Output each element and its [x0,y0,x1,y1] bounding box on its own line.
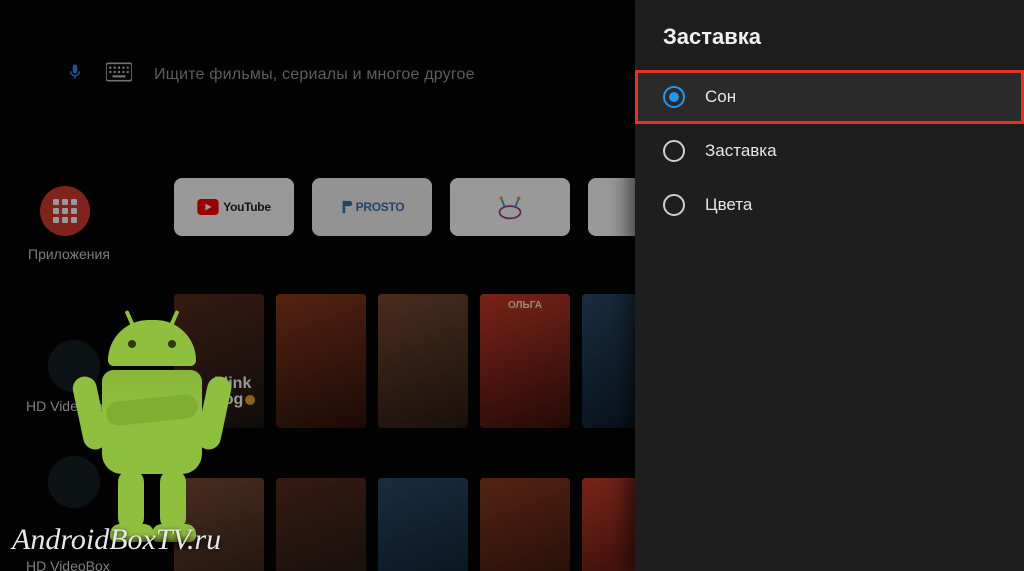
prosto-icon [340,200,354,214]
content-thumb[interactable] [378,478,468,571]
option-list: Сон Заставка Цвета [635,70,1024,232]
screensaver-panel: Заставка Сон Заставка Цвета [635,0,1024,571]
content-thumb[interactable] [480,478,570,571]
content-thumb[interactable] [276,478,366,571]
radio-icon [663,86,685,108]
tile-youtube[interactable]: YouTube [174,178,294,236]
option-screensaver[interactable]: Заставка [635,124,1024,178]
content-thumb[interactable] [582,294,635,428]
screen: Ищите фильмы, сериалы и многое другое Пр… [0,0,1024,571]
tv-antenna-icon [496,193,524,221]
mic-icon[interactable] [66,63,84,86]
android-mascot [72,320,232,550]
content-thumb[interactable] [378,294,468,428]
search-placeholder: Ищите фильмы, сериалы и многое другое [154,66,475,84]
youtube-icon [197,199,219,215]
dog-dot-icon [245,395,255,405]
youtube-label: YouTube [223,200,270,214]
content-thumb[interactable]: ОЛЬГА [480,294,570,428]
app-tiles-row: YouTube PROSTO [174,178,635,236]
option-label: Сон [705,87,736,107]
tile-power[interactable] [588,178,635,236]
tile-prosto[interactable]: PROSTO [312,178,432,236]
tile-tvapp[interactable] [450,178,570,236]
panel-title: Заставка [635,0,1024,70]
content-thumb[interactable] [582,478,635,571]
thumb-title: ОЛЬГА [486,300,564,311]
apps-label: Приложения [28,246,110,262]
side-label-hd2: HD VideoBox [26,558,110,571]
option-colors[interactable]: Цвета [635,178,1024,232]
radio-icon [663,140,685,162]
content-row-2 [174,478,635,571]
radio-icon [663,194,685,216]
watermark: AndroidBoxTV.ru [12,523,221,557]
option-label: Заставка [705,141,777,161]
search-row[interactable]: Ищите фильмы, сериалы и многое другое [66,62,475,87]
option-sleep[interactable]: Сон [635,70,1024,124]
apps-icon[interactable] [40,186,90,236]
prosto-label: PROSTO [356,200,405,214]
keyboard-icon[interactable] [106,62,132,87]
option-label: Цвета [705,195,752,215]
content-thumb[interactable] [276,294,366,428]
apps-grid-icon [53,199,77,223]
